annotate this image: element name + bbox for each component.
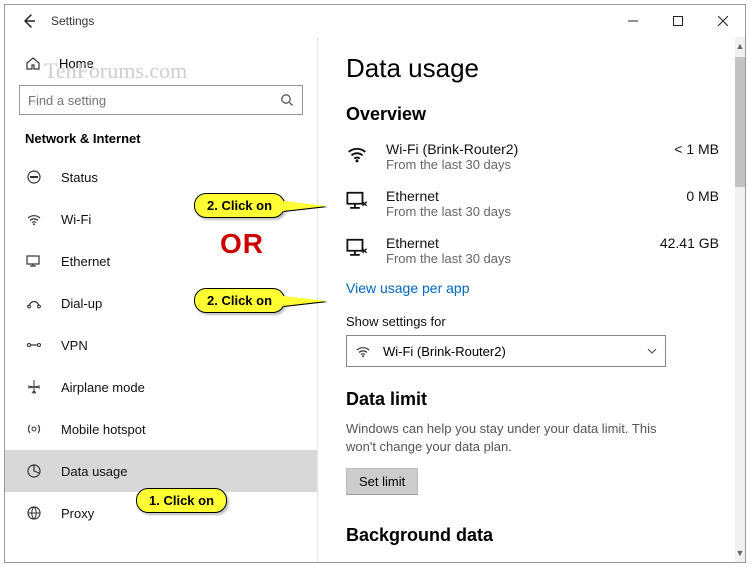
overview-sub: From the last 30 days <box>386 157 674 172</box>
chevron-down-icon <box>647 346 657 356</box>
scroll-up-icon[interactable]: ▲ <box>735 39 745 53</box>
close-button[interactable] <box>700 7 745 35</box>
sidebar-item-status[interactable]: Status <box>5 156 317 198</box>
home-icon <box>25 55 43 71</box>
window-body: Home Network & Internet Status Wi-Fi Et <box>5 37 745 562</box>
sidebar-item-label: Mobile hotspot <box>61 422 146 437</box>
sidebar-section-label: Network & Internet <box>5 125 317 156</box>
window-controls <box>610 7 745 35</box>
view-usage-link[interactable]: View usage per app <box>346 280 470 296</box>
wifi-icon <box>355 343 375 359</box>
annotation-or: OR <box>220 228 264 260</box>
ethernet-icon <box>346 235 376 259</box>
back-arrow-icon <box>22 14 36 28</box>
overview-header: Overview <box>346 104 719 125</box>
window-title: Settings <box>51 14 94 28</box>
overview-row-ethernet-2[interactable]: Ethernet From the last 30 days 42.41 GB <box>346 229 719 276</box>
set-limit-button[interactable]: Set limit <box>346 468 418 495</box>
overview-row-wifi[interactable]: Wi-Fi (Brink-Router2) From the last 30 d… <box>346 135 719 182</box>
sidebar-item-hotspot[interactable]: Mobile hotspot <box>5 408 317 450</box>
sidebar-item-label: Dial-up <box>61 296 102 311</box>
vpn-icon <box>25 337 43 353</box>
search-input[interactable] <box>28 93 280 108</box>
annotation-bubble: 1. Click on <box>136 488 227 513</box>
sidebar-item-label: Data usage <box>61 464 128 479</box>
settings-window: Settings Home Network & Internet <box>4 4 746 563</box>
sidebar-item-label: Status <box>61 170 98 185</box>
sidebar-home-label: Home <box>59 56 94 71</box>
ethernet-icon <box>25 253 43 269</box>
ethernet-icon <box>346 188 376 212</box>
search-box[interactable] <box>19 85 303 115</box>
status-icon <box>25 169 43 185</box>
sidebar-item-label: Proxy <box>61 506 94 521</box>
datausage-icon <box>25 463 43 479</box>
sidebar-item-ethernet[interactable]: Ethernet <box>5 240 317 282</box>
data-limit-header: Data limit <box>346 389 719 410</box>
show-settings-select[interactable]: Wi-Fi (Brink-Router2) <box>346 335 666 367</box>
overview-value: 42.41 GB <box>660 235 719 251</box>
sidebar-home[interactable]: Home <box>5 45 317 81</box>
overview-name: Ethernet <box>386 235 660 251</box>
sidebar-item-label: Ethernet <box>61 254 110 269</box>
minimize-button[interactable] <box>610 7 655 35</box>
proxy-icon <box>25 505 43 521</box>
hotspot-icon <box>25 421 43 437</box>
dialup-icon <box>25 295 43 311</box>
annotation-bubble: 2. Click on <box>194 288 285 313</box>
overview-name: Wi-Fi (Brink-Router2) <box>386 141 674 157</box>
annotation-bubble: 2. Click on <box>194 193 285 218</box>
show-settings-value: Wi-Fi (Brink-Router2) <box>383 344 647 359</box>
overview-sub: From the last 30 days <box>386 204 686 219</box>
background-data-header: Background data <box>346 525 719 546</box>
content-panel: Data usage Overview Wi-Fi (Brink-Router2… <box>317 37 745 562</box>
titlebar: Settings <box>5 5 745 37</box>
sidebar-item-airplane[interactable]: Airplane mode <box>5 366 317 408</box>
scroll-thumb[interactable] <box>735 57 745 187</box>
overview-sub: From the last 30 days <box>386 251 660 266</box>
overview-name: Ethernet <box>386 188 686 204</box>
data-limit-desc: Windows can help you stay under your dat… <box>346 420 686 456</box>
search-icon <box>280 93 294 107</box>
back-button[interactable] <box>17 9 41 33</box>
annotation-callout-1: 1. Click on <box>136 488 227 513</box>
airplane-icon <box>25 379 43 395</box>
wifi-icon <box>25 211 43 227</box>
sidebar-item-label: VPN <box>61 338 88 353</box>
annotation-callout-2a: 2. Click on <box>194 193 327 218</box>
sidebar-item-datausage[interactable]: Data usage <box>5 450 317 492</box>
annotation-tail-icon <box>283 296 327 306</box>
sidebar-item-label: Airplane mode <box>61 380 145 395</box>
annotation-tail-icon <box>283 201 327 211</box>
show-settings-label: Show settings for <box>346 314 719 329</box>
annotation-callout-2b: 2. Click on <box>194 288 327 313</box>
overview-value: 0 MB <box>686 188 719 204</box>
sidebar-item-label: Wi-Fi <box>61 212 91 227</box>
sidebar-item-vpn[interactable]: VPN <box>5 324 317 366</box>
scroll-down-icon[interactable]: ▼ <box>735 546 745 560</box>
content-scrollbar[interactable]: ▲ ▼ <box>735 37 745 562</box>
page-title: Data usage <box>346 53 719 84</box>
maximize-button[interactable] <box>655 7 700 35</box>
wifi-icon <box>346 141 376 165</box>
overview-value: < 1 MB <box>674 141 719 157</box>
overview-row-ethernet-1[interactable]: Ethernet From the last 30 days 0 MB <box>346 182 719 229</box>
